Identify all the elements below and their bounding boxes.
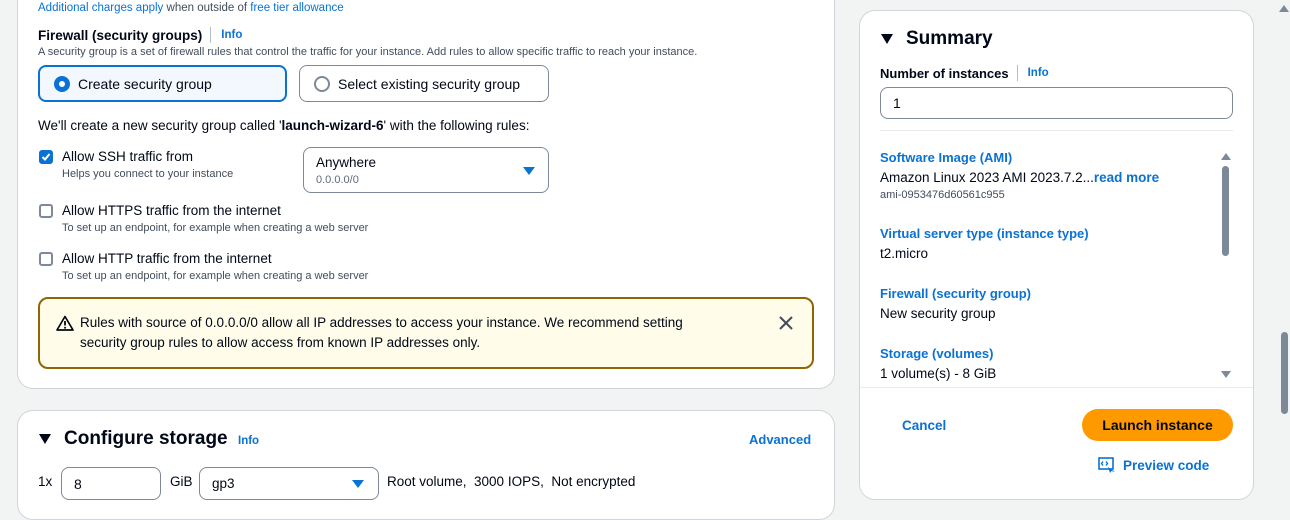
close-icon[interactable] bbox=[778, 315, 794, 331]
storage-value: 1 volume(s) - 8 GiB bbox=[880, 366, 997, 381]
advanced-link[interactable]: Advanced bbox=[749, 432, 811, 447]
security-group-creation-note: We'll create a new security group called… bbox=[38, 118, 529, 133]
volume-unit: GiB bbox=[170, 474, 193, 489]
configure-storage-card bbox=[17, 410, 835, 520]
collapse-triangle-icon[interactable] bbox=[880, 33, 894, 45]
ami-label-link[interactable]: Software Image (AMI) bbox=[880, 150, 1012, 165]
volume-multiplier: 1x bbox=[38, 474, 53, 489]
firewall-heading: Firewall (security groups) Info bbox=[38, 27, 242, 43]
ssh-source-value: 0.0.0.0/0 bbox=[316, 174, 359, 186]
firewall-label-link[interactable]: Firewall (security group) bbox=[880, 286, 1031, 301]
allow-https-help: To set up an endpoint, for example when … bbox=[62, 222, 369, 234]
ami-value: Amazon Linux 2023 AMI 2023.7.2...read mo… bbox=[880, 170, 1159, 185]
ami-name: Amazon Linux 2023 AMI 2023.7.2... bbox=[880, 170, 1094, 185]
cancel-button[interactable]: Cancel bbox=[902, 418, 946, 433]
configure-storage-title: Configure storage bbox=[64, 428, 228, 449]
volume-type-select[interactable]: gp3 bbox=[199, 467, 379, 500]
number-of-instances-value: 1 bbox=[893, 95, 901, 111]
when-outside-text: when outside of bbox=[166, 2, 248, 14]
collapse-triangle-icon[interactable] bbox=[38, 433, 52, 445]
allow-ssh-label: Allow SSH traffic from bbox=[62, 149, 194, 164]
number-of-instances-label: Number of instances bbox=[880, 65, 1009, 81]
storage-info-link[interactable]: Info bbox=[238, 435, 259, 447]
allow-ssh-help: Helps you connect to your instance bbox=[62, 168, 234, 180]
divider bbox=[1016, 65, 1018, 81]
open-ssh-warning-alert: Rules with source of 0.0.0.0/0 allow all… bbox=[38, 297, 814, 369]
instances-info-link[interactable]: Info bbox=[1028, 67, 1049, 79]
caret-down-icon bbox=[352, 480, 364, 488]
caret-down-icon bbox=[523, 167, 535, 175]
instances-heading: Number of instances Info bbox=[880, 65, 1049, 81]
volume-size-value: 8 bbox=[74, 475, 82, 492]
page-scroll-up-arrow-icon[interactable] bbox=[1279, 5, 1289, 12]
check-icon bbox=[41, 153, 51, 161]
allow-http-label: Allow HTTP traffic from the internet bbox=[62, 251, 272, 266]
radio-unselected-icon bbox=[314, 75, 330, 92]
allow-http-checkbox[interactable] bbox=[39, 252, 53, 266]
divider bbox=[210, 27, 212, 43]
summary-details-scroll: Software Image (AMI) Amazon Linux 2023 A… bbox=[880, 145, 1215, 383]
select-existing-security-group-option[interactable]: Select existing security group bbox=[299, 65, 549, 102]
page-scrollbar-thumb[interactable] bbox=[1281, 332, 1288, 414]
additional-charges-note: Additional charges apply when outside of… bbox=[38, 2, 344, 14]
summary-title: Summary bbox=[906, 28, 993, 49]
summary-divider-top bbox=[880, 130, 1233, 131]
preview-code-label: Preview code bbox=[1123, 457, 1210, 473]
summary-scrollbar-thumb[interactable] bbox=[1222, 166, 1229, 256]
additional-charges-link[interactable]: Additional charges apply bbox=[38, 2, 163, 14]
radio-selected-icon bbox=[54, 75, 70, 92]
summary-divider-bottom bbox=[860, 387, 1253, 388]
instance-type-label-link[interactable]: Virtual server type (instance type) bbox=[880, 226, 1089, 241]
volume-type-value: gp3 bbox=[212, 476, 235, 491]
volume-details: Root volume, 3000 IOPS, Not encrypted bbox=[387, 474, 636, 489]
allow-https-checkbox[interactable] bbox=[39, 204, 53, 218]
launch-instance-button[interactable]: Launch instance bbox=[1082, 409, 1233, 441]
scroll-up-arrow-icon[interactable] bbox=[1221, 153, 1231, 160]
create-security-group-option[interactable]: Create security group bbox=[38, 65, 287, 102]
ssh-source-select[interactable]: Anywhere 0.0.0.0/0 bbox=[303, 147, 549, 193]
volume-size-input[interactable]: 8 bbox=[61, 467, 161, 500]
warning-text-line1: Rules with source of 0.0.0.0/0 allow all… bbox=[80, 315, 683, 330]
storage-label-link[interactable]: Storage (volumes) bbox=[880, 346, 993, 361]
free-tier-link[interactable]: free tier allowance bbox=[250, 2, 343, 14]
instance-type-value: t2.micro bbox=[880, 246, 929, 261]
allow-http-help: To set up an endpoint, for example when … bbox=[62, 270, 369, 282]
select-existing-label: Select existing security group bbox=[338, 75, 521, 92]
creation-prefix: We'll create a new security group called… bbox=[38, 118, 282, 133]
allow-ssh-checkbox[interactable] bbox=[39, 150, 53, 164]
allow-https-label: Allow HTTPS traffic from the internet bbox=[62, 203, 281, 218]
ami-id: ami-0953476d60561c955 bbox=[880, 189, 1005, 201]
security-group-name: launch-wizard-6 bbox=[281, 118, 384, 133]
creation-suffix: ' with the following rules: bbox=[383, 118, 530, 133]
scroll-down-arrow-icon[interactable] bbox=[1221, 371, 1231, 378]
read-more-link[interactable]: read more bbox=[1094, 170, 1159, 185]
firewall-description: A security group is a set of firewall ru… bbox=[38, 46, 698, 58]
number-of-instances-input[interactable]: 1 bbox=[880, 87, 1233, 119]
firewall-info-link[interactable]: Info bbox=[221, 29, 242, 41]
code-preview-icon bbox=[1098, 457, 1115, 473]
warning-icon bbox=[56, 315, 74, 331]
firewall-value: New security group bbox=[880, 306, 996, 321]
ssh-source-label: Anywhere bbox=[316, 155, 377, 170]
preview-code-button[interactable]: Preview code bbox=[1098, 457, 1209, 473]
create-security-group-label: Create security group bbox=[78, 75, 212, 92]
firewall-title: Firewall (security groups) bbox=[38, 27, 203, 43]
warning-text-line2: security group rules to allow access fro… bbox=[80, 335, 481, 350]
